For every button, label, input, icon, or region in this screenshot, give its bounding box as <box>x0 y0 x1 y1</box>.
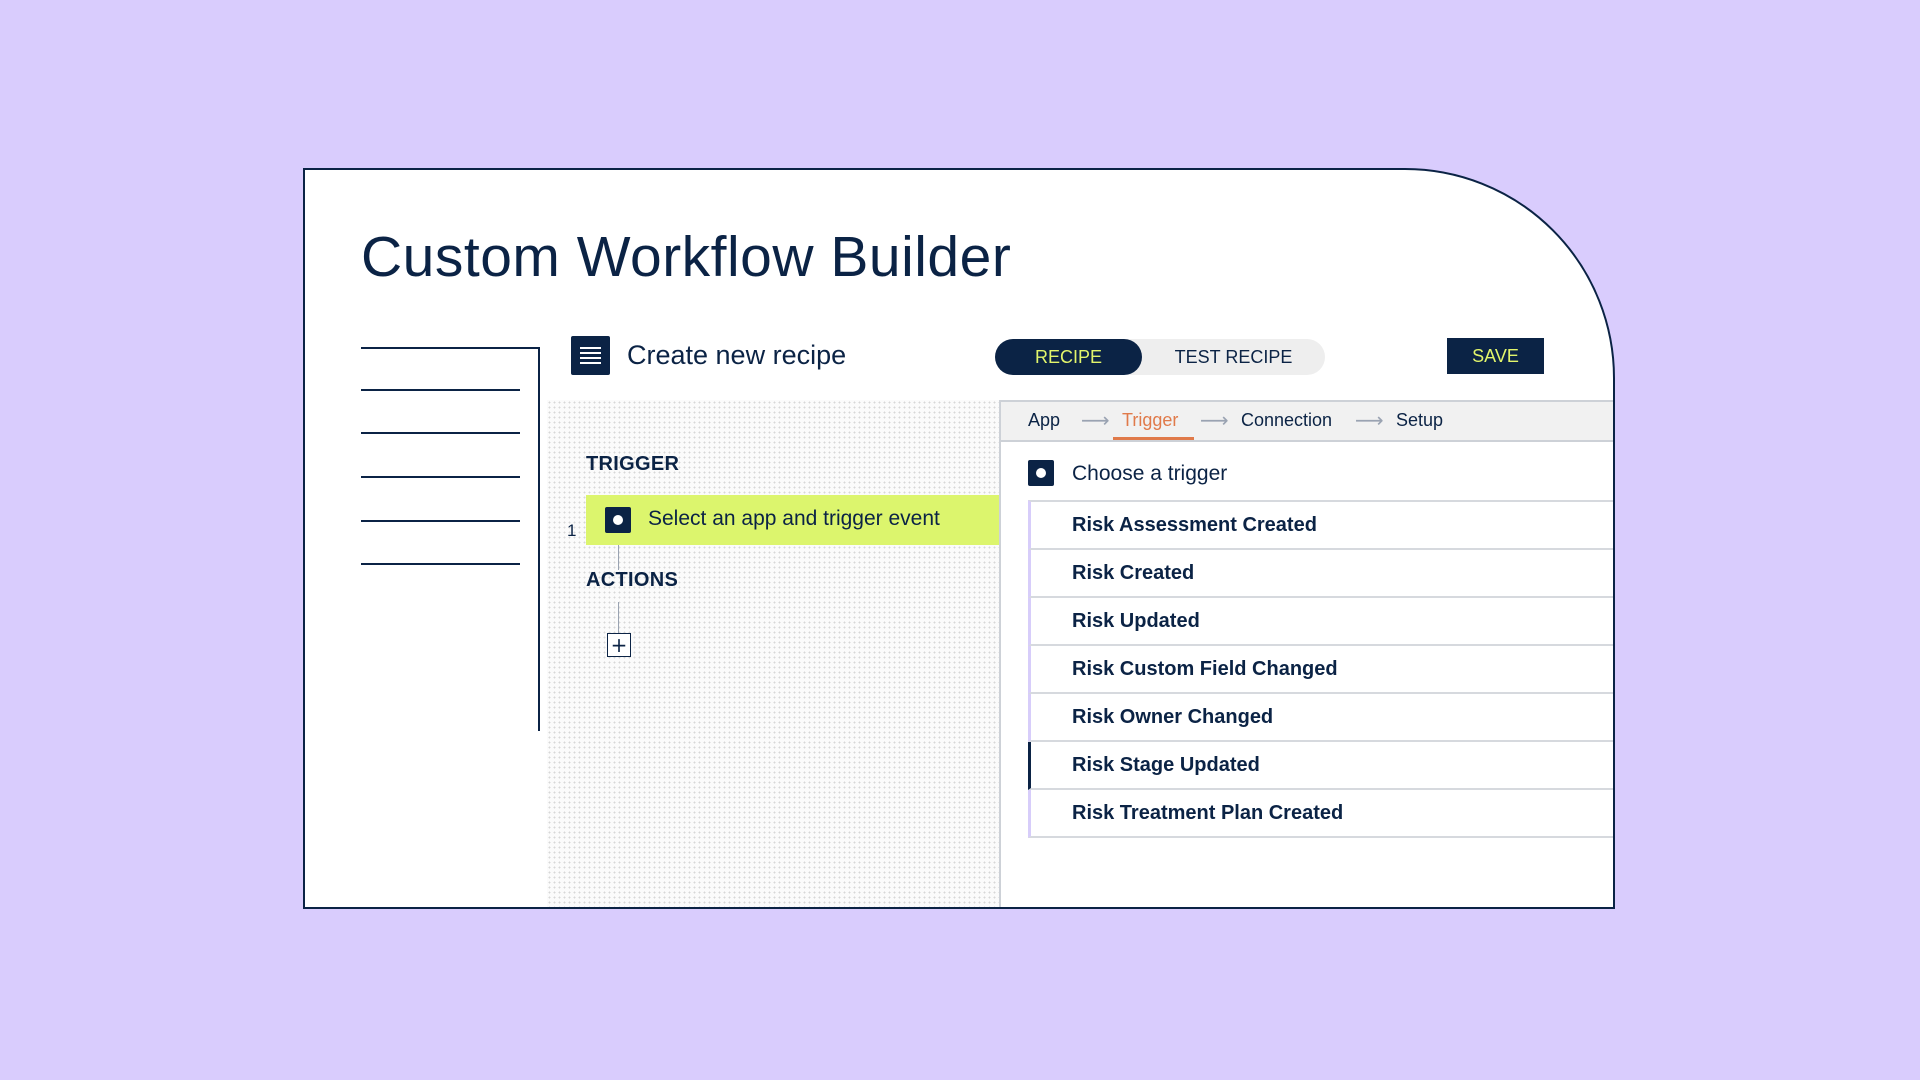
list-item[interactable]: Risk Owner Changed <box>1028 694 1613 742</box>
trigger-step[interactable]: Select an app and trigger event <box>586 495 999 545</box>
page-title: Custom Workflow Builder <box>361 225 1012 289</box>
document-icon <box>571 336 610 375</box>
trigger-option-label: Risk Updated <box>1072 610 1200 632</box>
trigger-heading: TRIGGER <box>586 453 680 475</box>
actions-heading: ACTIONS <box>586 569 679 591</box>
arrow-right-icon: ⟶ <box>1081 408 1110 432</box>
list-item-selected[interactable]: Risk Stage Updated <box>1028 742 1613 790</box>
sidebar-item[interactable] <box>361 563 520 565</box>
choose-trigger-label: Choose a trigger <box>1072 462 1228 485</box>
add-action-button[interactable]: + <box>607 633 631 657</box>
trigger-option-label: Risk Created <box>1072 562 1195 584</box>
recipe-mode-toggle: RECIPE TEST RECIPE <box>995 339 1325 375</box>
active-tab-indicator <box>1113 437 1194 440</box>
trigger-options-list: Risk Assessment Created Risk Created Ris… <box>1028 500 1613 838</box>
trigger-option-label: Risk Assessment Created <box>1072 514 1317 536</box>
save-button[interactable]: SAVE <box>1447 338 1544 374</box>
list-item[interactable]: Risk Created <box>1028 550 1613 598</box>
tab-app[interactable]: App <box>1028 410 1060 431</box>
sidebar-item[interactable] <box>361 520 520 522</box>
arrow-right-icon: ⟶ <box>1200 408 1229 432</box>
step-number: 1 <box>567 521 577 540</box>
trigger-option-label: Risk Custom Field Changed <box>1072 658 1338 680</box>
trigger-config-panel: App ⟶ Trigger ⟶ Connection ⟶ Setup Choos… <box>999 400 1613 907</box>
trigger-option-label: Risk Owner Changed <box>1072 706 1274 728</box>
recipe-title: Create new recipe <box>627 340 847 370</box>
sidebar-item[interactable] <box>361 476 520 478</box>
tab-connection[interactable]: Connection <box>1241 410 1332 431</box>
list-item[interactable]: Risk Treatment Plan Created <box>1028 790 1613 838</box>
step-radio-icon <box>605 507 631 533</box>
test-recipe-tab[interactable]: TEST RECIPE <box>1142 339 1325 375</box>
list-item[interactable]: Risk Custom Field Changed <box>1028 646 1613 694</box>
trigger-option-label: Risk Treatment Plan Created <box>1072 802 1344 824</box>
recipe-tab[interactable]: RECIPE <box>995 339 1142 375</box>
sidebar-item[interactable] <box>361 389 520 391</box>
sidebar-frame <box>361 347 540 731</box>
list-item[interactable]: Risk Assessment Created <box>1028 500 1613 550</box>
connector-line <box>618 545 619 570</box>
step-tabs: App ⟶ Trigger ⟶ Connection ⟶ Setup <box>1001 400 1613 442</box>
connector-line <box>618 602 619 633</box>
workflow-canvas: TRIGGER 1 Select an app and trigger even… <box>547 400 999 907</box>
plus-icon: + <box>610 632 628 657</box>
trigger-step-label: Select an app and trigger event <box>648 507 940 530</box>
tab-setup[interactable]: Setup <box>1396 410 1443 431</box>
trigger-option-label: Risk Stage Updated <box>1072 754 1260 776</box>
choose-trigger-icon <box>1028 460 1054 486</box>
list-item[interactable]: Risk Updated <box>1028 598 1613 646</box>
sidebar-item[interactable] <box>361 432 520 434</box>
arrow-right-icon: ⟶ <box>1355 408 1384 432</box>
tab-trigger[interactable]: Trigger <box>1122 410 1178 431</box>
workflow-builder-card: Custom Workflow Builder Create new recip… <box>303 168 1615 909</box>
